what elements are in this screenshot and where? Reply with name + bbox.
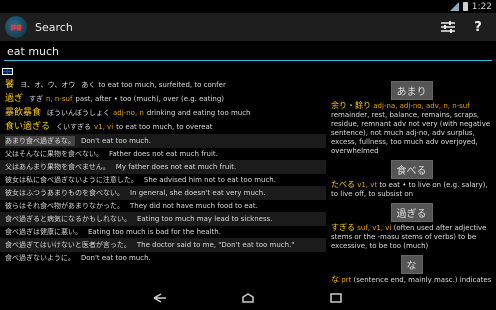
example-japanese: あまり食べ過ぎるな。 <box>5 136 75 146</box>
recent-apps-icon <box>330 292 342 303</box>
result-pos: n, n-suf <box>46 95 73 103</box>
example-japanese: 彼女はふつうあまりものを食べない。 <box>5 189 124 197</box>
recent-apps-button[interactable] <box>327 291 345 305</box>
action-bar: 辞書 Search ? <box>0 13 496 41</box>
detail-pos: v1, vt <box>357 181 378 189</box>
navigation-bar <box>0 285 496 310</box>
result-gloss: to eat too much, to overeat <box>116 123 213 131</box>
example-row[interactable]: 食べ過ぎてはいけないと医者が言った。 The doctor said to me,… <box>0 238 326 251</box>
result-kana: すぎ <box>29 95 44 103</box>
detail-entry[interactable]: な prt (sentence end, mainly masc.) indic… <box>327 274 496 285</box>
example-row[interactable]: 父はあんまり果物を食べません。 My father does not eat mu… <box>0 160 326 173</box>
example-row[interactable]: 父はそんなに果物を食べない。 Father does not eat much f… <box>0 147 326 160</box>
status-icons: 1:22 <box>449 0 492 13</box>
example-english: Don't eat too much. <box>80 254 151 262</box>
example-english: The doctor said to me, "Don't eat too mu… <box>136 241 295 249</box>
help-button[interactable]: ? <box>470 18 486 36</box>
example-japanese: 食べ過ぎないように。 <box>5 254 75 262</box>
detail-pos: prt <box>341 276 352 284</box>
status-bar: 1:22 <box>0 0 496 13</box>
filter-settings-button[interactable] <box>440 18 456 36</box>
example-japanese: 食べ過ぎると病気になるかもしれない。 <box>5 215 131 223</box>
result-entry[interactable]: 食い過ぎる くいすぎる v1, vi to eat too much, to over… <box>0 120 326 134</box>
example-english: My father does not eat much fruit. <box>115 163 237 171</box>
detail-header: 食べる <box>327 159 496 179</box>
result-entry[interactable]: 過ぎ すぎ n, n-suf past, after • too (much), ov… <box>0 92 326 106</box>
example-row[interactable]: 彼らはそれ食べ物があまりなかった。 They did not have much … <box>0 199 326 212</box>
example-english: In general, she doesn't eat very much. <box>130 189 266 197</box>
example-english: They did not have much food to eat. <box>130 202 258 210</box>
example-japanese: 食べ過ぎてはいけないと医者が言った。 <box>5 241 131 249</box>
sliders-icon <box>441 21 455 33</box>
result-pos: adj-no, n <box>113 109 144 117</box>
result-kanji: 食い過ぎる <box>5 122 51 132</box>
result-kana: ぼういんぼうしょく <box>47 109 111 117</box>
detail-entry[interactable]: 余り・餘り adj-na, adj-no, adv, n, n-suf rema… <box>327 100 496 157</box>
result-kanji: 饕 <box>5 80 15 90</box>
example-japanese: 父はあんまり果物を食べません。 <box>5 163 110 171</box>
battery-icon <box>462 2 468 11</box>
result-gloss: drinking and eating too much <box>146 109 251 117</box>
detail-gloss: (sentence end, mainly masc.) indicates e… <box>353 276 492 284</box>
detail-kanji: たべる <box>331 180 355 189</box>
detail-gloss: (often used after adjective stems or the… <box>331 224 487 250</box>
result-entry[interactable]: 饕ヨ、オ、ウ、オウ あく to eat too much, surfeited, t… <box>0 78 326 92</box>
detail-kanji: 余り・餘り <box>331 101 371 110</box>
app-title: Search <box>35 20 73 34</box>
result-reading: あく <box>81 81 96 89</box>
example-japanese: 彼女は私に食べ過ぎないように注意した。 <box>5 176 138 184</box>
detail-entry[interactable]: たべる v1, vt to eat • to live on (e.g. sal… <box>327 179 496 200</box>
result-entry[interactable]: 暴飲暴食 ぼういんぼうしょく adj-no, n drinking and eatin… <box>0 106 326 120</box>
example-english: Father does not eat much fruit. <box>109 150 218 158</box>
example-row[interactable]: 彼女はふつうあまりものを食べない。 In general, she doesn't… <box>0 186 326 199</box>
example-english: She advised him not to eat too much. <box>143 176 276 184</box>
back-arrow-icon <box>153 292 166 303</box>
result-kanji: 過ぎ <box>5 94 24 104</box>
result-pos: v1, vi <box>94 123 114 131</box>
status-time: 1:22 <box>471 1 492 12</box>
results-list: 饕ヨ、オ、ウ、オウ あく to eat too much, surfeited, t… <box>0 78 326 285</box>
result-gloss: past, after • too (much), over (e.g. eat… <box>75 95 225 103</box>
result-kana: ヨ、オ、ウ、オウ <box>20 81 76 89</box>
detail-pos: adj-na, adj-no, adv, n, n-suf <box>373 102 470 110</box>
example-row[interactable]: 食べ過ぎないように。 Don't eat too much. <box>0 251 326 264</box>
detail-header-label: 食べる <box>390 160 433 179</box>
example-english: Don't eat too much. <box>81 137 151 145</box>
detail-header: あまり <box>327 80 496 100</box>
example-japanese: 食べ過ぎは健康に悪い。 <box>5 228 82 236</box>
signal-icon <box>449 2 459 11</box>
detail-pos: suf, v1, vi <box>357 224 392 232</box>
detail-header: な <box>327 254 496 274</box>
detail-kanji: すぎる <box>331 223 355 232</box>
example-row[interactable]: 食べ過ぎは健康に悪い。 Eating too much is bad for th… <box>0 225 326 238</box>
search-input[interactable] <box>4 43 492 61</box>
example-row[interactable]: 食べ過ぎると病気になるかもしれない。 Eating too much may le… <box>0 212 326 225</box>
result-gloss: to eat too much, surfeited, to confer <box>98 81 226 89</box>
example-japanese: 父はそんなに果物を食べない。 <box>5 150 103 158</box>
detail-header-label: な <box>400 255 423 274</box>
english-flag-icon[interactable] <box>2 68 13 75</box>
detail-panel: あまり 余り・餘り adj-na, adj-no, adv, n, n-suf r… <box>327 78 496 285</box>
detail-entry[interactable]: すぎる suf, v1, vi (often used after adject… <box>327 222 496 252</box>
detail-header-label: あまり <box>390 81 433 100</box>
example-sentences: あまり食べ過ぎるな。 Don't eat too much. 父はそんなに果物を食べ… <box>0 134 326 264</box>
example-english: Eating too much may lead to sickness. <box>137 215 273 223</box>
home-button[interactable] <box>239 291 257 305</box>
detail-gloss: to eat • to live on (e.g. salary), to li… <box>331 181 488 198</box>
result-kana: くいすぎる <box>56 123 92 131</box>
detail-header: 過ぎる <box>327 202 496 222</box>
example-row[interactable]: あまり食べ過ぎるな。 Don't eat too much. <box>0 134 326 147</box>
app-logo-icon[interactable]: 辞書 <box>5 16 27 38</box>
example-japanese: 彼らはそれ食べ物があまりなかった。 <box>5 202 124 210</box>
detail-gloss: remainder, rest, balance, remains, scrap… <box>331 111 491 155</box>
detail-header-label: 過ぎる <box>390 203 433 222</box>
home-icon <box>242 292 254 303</box>
search-bar <box>0 41 496 65</box>
example-english: Eating too much is bad for the health. <box>88 228 221 236</box>
back-button[interactable] <box>151 291 169 305</box>
detail-kanji: な <box>331 275 339 284</box>
app-logo-text: 辞書 <box>10 24 22 32</box>
result-kanji: 暴飲暴食 <box>5 108 42 118</box>
example-row[interactable]: 彼女は私に食べ過ぎないように注意した。 She advised him not t… <box>0 173 326 186</box>
